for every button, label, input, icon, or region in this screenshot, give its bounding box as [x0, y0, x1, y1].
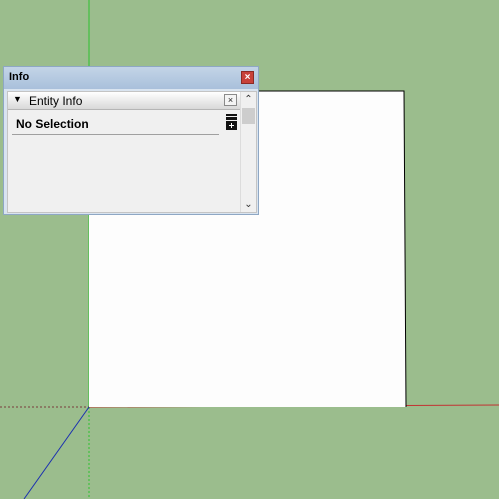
section-close-icon[interactable]: ×	[224, 94, 237, 106]
scroll-thumb[interactable]	[242, 108, 255, 124]
info-tray-title: Info	[9, 71, 30, 83]
divider	[12, 134, 219, 135]
info-tray-panel: Info × ▼ Entity Info × No Selection ⌃ ⌄	[3, 66, 259, 215]
info-tray-body: ▼ Entity Info × No Selection ⌃ ⌄	[7, 91, 257, 213]
vertical-scrollbar[interactable]: ⌃ ⌄	[240, 92, 256, 212]
scroll-down-icon[interactable]: ⌄	[241, 197, 256, 212]
info-tray-titlebar[interactable]: Info ×	[4, 67, 258, 89]
entity-info-section-header[interactable]: ▼ Entity Info ×	[8, 92, 241, 110]
scroll-up-icon[interactable]: ⌃	[241, 92, 256, 107]
collapse-arrow-icon[interactable]: ▼	[13, 94, 22, 104]
details-toggle-icon[interactable]	[226, 114, 237, 130]
close-icon[interactable]: ×	[241, 71, 254, 84]
selection-status-text: No Selection	[16, 117, 89, 131]
entity-info-label: Entity Info	[29, 94, 83, 108]
